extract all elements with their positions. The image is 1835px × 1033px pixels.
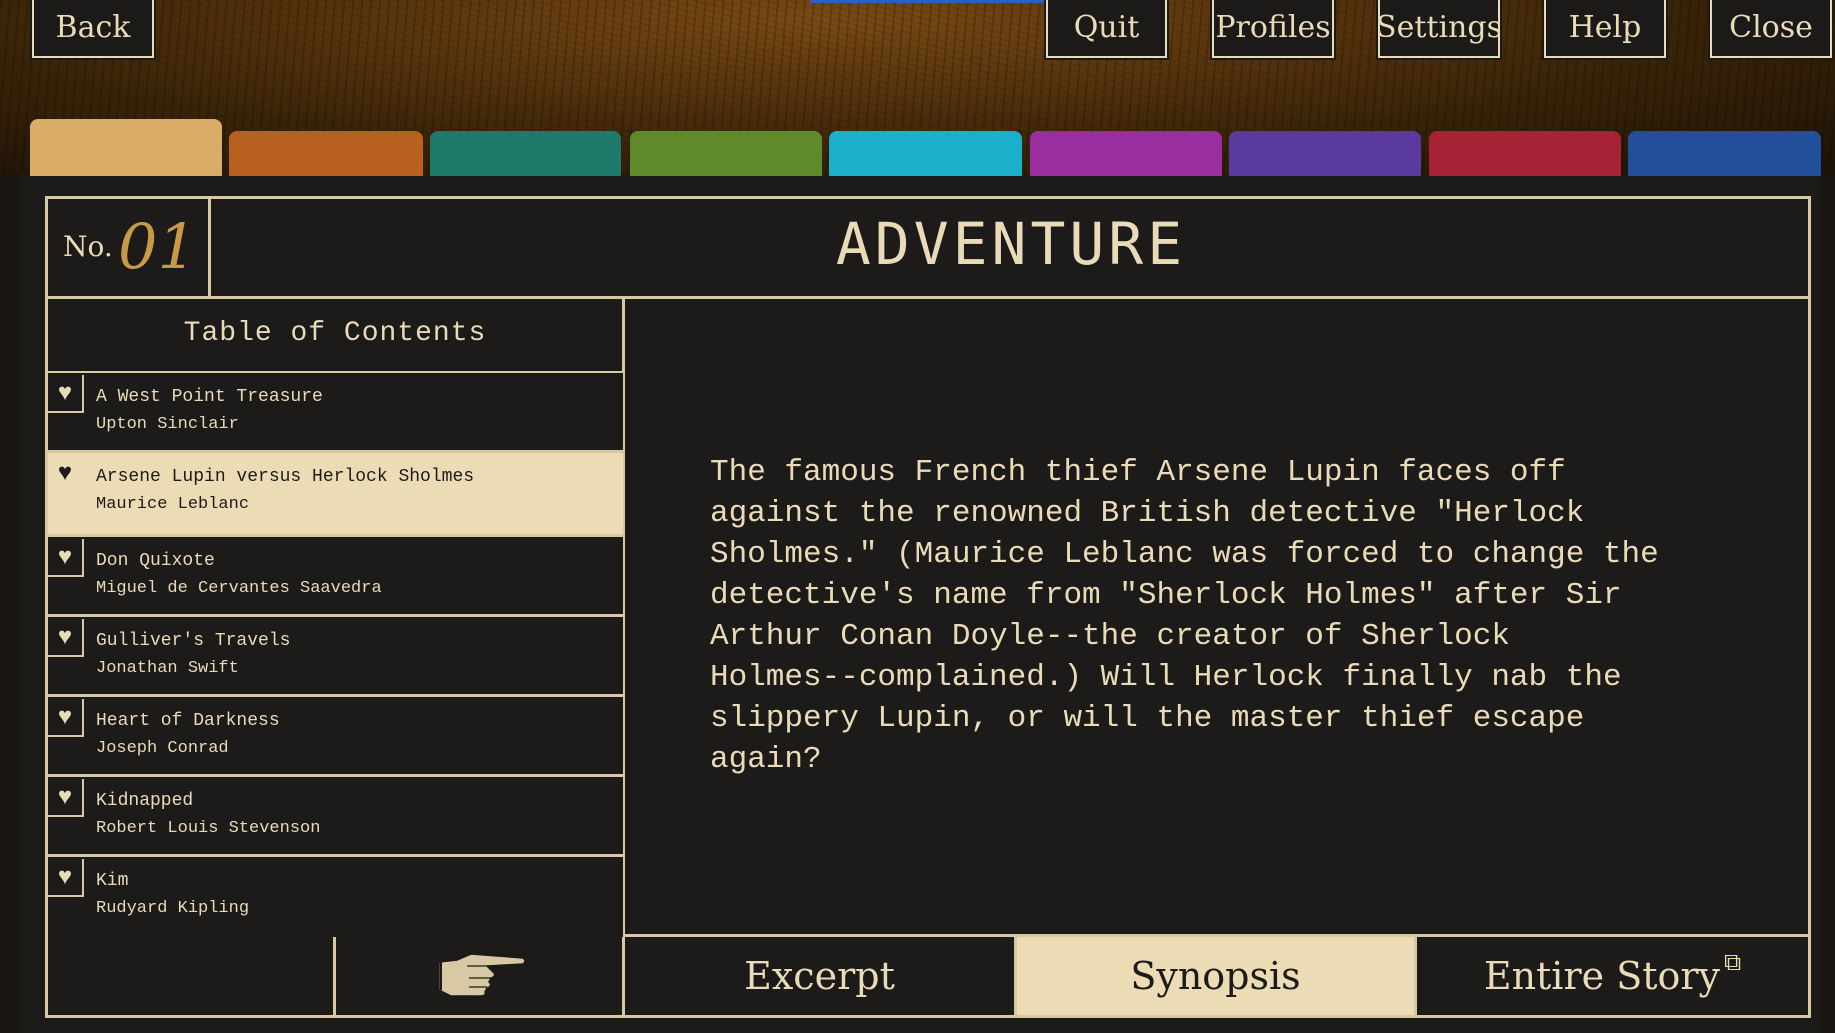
pointing-hand-icon[interactable] xyxy=(437,950,527,1000)
heart-icon: ♥ xyxy=(57,544,73,570)
book-title: A West Point Treasure xyxy=(96,387,323,407)
book-title: Kim xyxy=(96,871,129,891)
book-author: Jonathan Swift xyxy=(96,659,239,678)
toc-item[interactable]: ♥ Gulliver's Travels Jonathan Swift xyxy=(48,617,623,697)
book-title: Gulliver's Travels xyxy=(96,631,291,651)
category-number: 01 xyxy=(118,210,197,283)
number-label: No. xyxy=(63,230,113,263)
toc-item[interactable]: ♥ A West Point Treasure Upton Sinclair xyxy=(48,373,623,453)
favorite-toggle[interactable]: ♥ xyxy=(48,619,84,657)
category-tab-2[interactable] xyxy=(229,131,423,176)
entire-story-tab[interactable]: Entire Story ⧉ xyxy=(1417,937,1808,1015)
toc-item[interactable]: ♥ Kim Rudyard Kipling xyxy=(48,857,623,937)
book-title: Heart of Darkness xyxy=(96,711,280,731)
book-title: Don Quixote xyxy=(96,551,215,571)
top-accent-strip xyxy=(810,0,1045,3)
heart-icon: ♥ xyxy=(57,380,73,406)
header-divider xyxy=(45,296,1811,299)
category-tab-6[interactable] xyxy=(1030,131,1222,176)
category-tab-8[interactable] xyxy=(1429,131,1621,176)
favorite-toggle[interactable]: ♥ xyxy=(48,455,84,493)
book-author: Robert Louis Stevenson xyxy=(96,819,321,838)
toc-item[interactable]: ♥ Kidnapped Robert Louis Stevenson xyxy=(48,777,623,857)
category-tab-1[interactable] xyxy=(30,119,222,176)
profiles-button[interactable]: Profiles xyxy=(1210,0,1336,60)
toc-item[interactable]: ♥ Don Quixote Miguel de Cervantes Saaved… xyxy=(48,537,623,617)
bottom-left-divider xyxy=(333,934,336,1018)
category-tab-7[interactable] xyxy=(1229,131,1421,176)
back-button[interactable]: Back xyxy=(30,0,156,60)
book-title: Arsene Lupin versus Herlock Sholmes xyxy=(96,467,475,487)
quit-button[interactable]: Quit xyxy=(1044,0,1169,60)
favorite-toggle[interactable]: ♥ xyxy=(48,859,84,897)
book-author: Upton Sinclair xyxy=(96,415,239,434)
synopsis-text: The famous French thief Arsene Lupin fac… xyxy=(710,455,1659,777)
settings-button[interactable]: Settings xyxy=(1376,0,1502,60)
book-title: Kidnapped xyxy=(96,791,194,811)
favorite-toggle[interactable]: ♥ xyxy=(48,779,84,817)
toc-title: Table of Contents xyxy=(183,318,487,349)
book-author: Joseph Conrad xyxy=(96,739,229,758)
favorite-toggle[interactable]: ♥ xyxy=(48,375,84,413)
category-tab-9[interactable] xyxy=(1628,131,1821,176)
heart-icon: ♥ xyxy=(57,704,73,730)
external-link-icon: ⧉ xyxy=(1724,948,1742,976)
heart-icon: ♥ xyxy=(57,784,73,810)
book-author: Miguel de Cervantes Saavedra xyxy=(96,579,382,598)
toc-item-selected[interactable]: ♥ Arsene Lupin versus Herlock Sholmes Ma… xyxy=(48,453,623,537)
category-tab-3[interactable] xyxy=(430,131,621,176)
heart-icon: ♥ xyxy=(57,864,73,890)
book-author: Rudyard Kipling xyxy=(96,899,250,918)
help-button[interactable]: Help xyxy=(1542,0,1668,60)
category-title: ADVENTURE xyxy=(835,210,1187,278)
number-divider xyxy=(208,196,211,298)
category-tab-5[interactable] xyxy=(829,131,1022,176)
heart-icon: ♥ xyxy=(57,624,73,650)
close-button[interactable]: Close xyxy=(1708,0,1834,60)
favorite-toggle[interactable]: ♥ xyxy=(48,539,84,577)
favorite-toggle[interactable]: ♥ xyxy=(48,699,84,737)
book-author: Maurice Leblanc xyxy=(96,495,250,514)
synopsis-tab[interactable]: Synopsis xyxy=(1017,937,1414,1015)
excerpt-tab[interactable]: Excerpt xyxy=(625,937,1014,1015)
toc-item[interactable]: ♥ Heart of Darkness Joseph Conrad xyxy=(48,697,623,777)
entire-story-label: Entire Story xyxy=(1483,954,1721,998)
category-tab-4[interactable] xyxy=(630,131,822,176)
heart-icon: ♥ xyxy=(57,460,73,486)
toc-list: ♥ A West Point Treasure Upton Sinclair ♥… xyxy=(48,373,623,937)
